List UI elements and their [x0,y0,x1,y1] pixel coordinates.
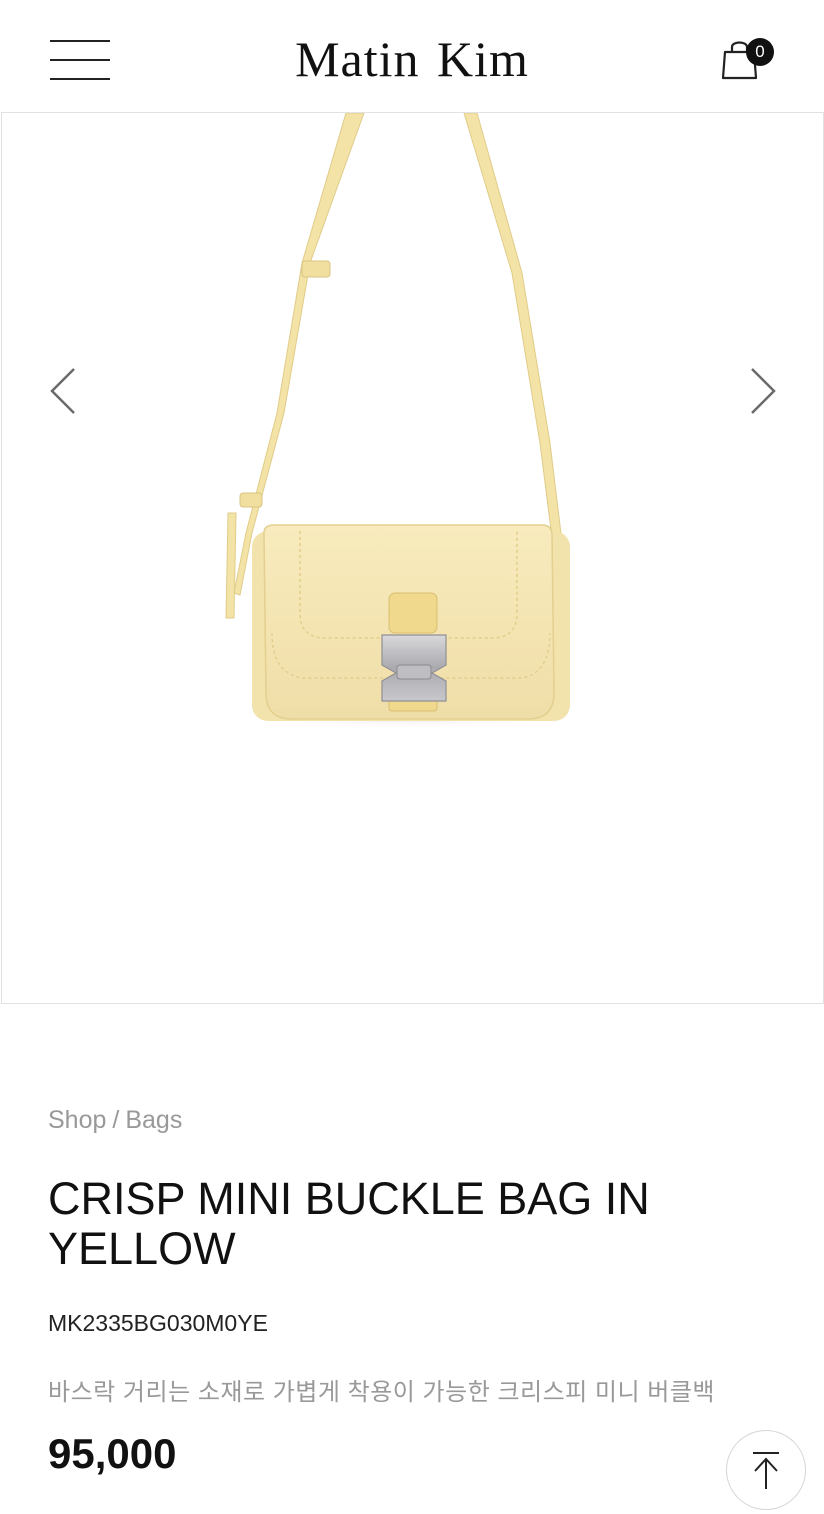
product-image [225,113,587,731]
previous-image-button[interactable] [42,363,82,419]
product-price: 95,000 [48,1430,177,1477]
chevron-right-icon [751,368,776,414]
breadcrumb: Shop / Bags [48,1106,182,1135]
cart-button[interactable]: 0 [720,36,780,86]
cart-count-badge: 0 [746,38,774,66]
breadcrumb-shop-link[interactable]: Shop [48,1106,106,1134]
product-sku: MK2335BG030M0YE [48,1310,268,1336]
product-title: CRISP MINI BUCKLE BAG IN YELLOW [48,1173,650,1274]
brand-logo[interactable]: Matin Kim [0,30,824,88]
next-image-button[interactable] [744,363,784,419]
product-description: 바스락 거리는 소재로 가볍게 착용이 가능한 크리스피 미니 버클백 [48,1379,716,1406]
breadcrumb-separator: / [112,1106,120,1134]
chevron-left-icon [50,368,75,414]
breadcrumb-bags-link[interactable]: Bags [125,1106,182,1134]
product-image-gallery[interactable] [1,112,824,1004]
scroll-to-top-button[interactable] [726,1430,806,1510]
site-header: Matin Kim 0 [0,0,824,112]
arrow-up-icon [753,1452,779,1489]
